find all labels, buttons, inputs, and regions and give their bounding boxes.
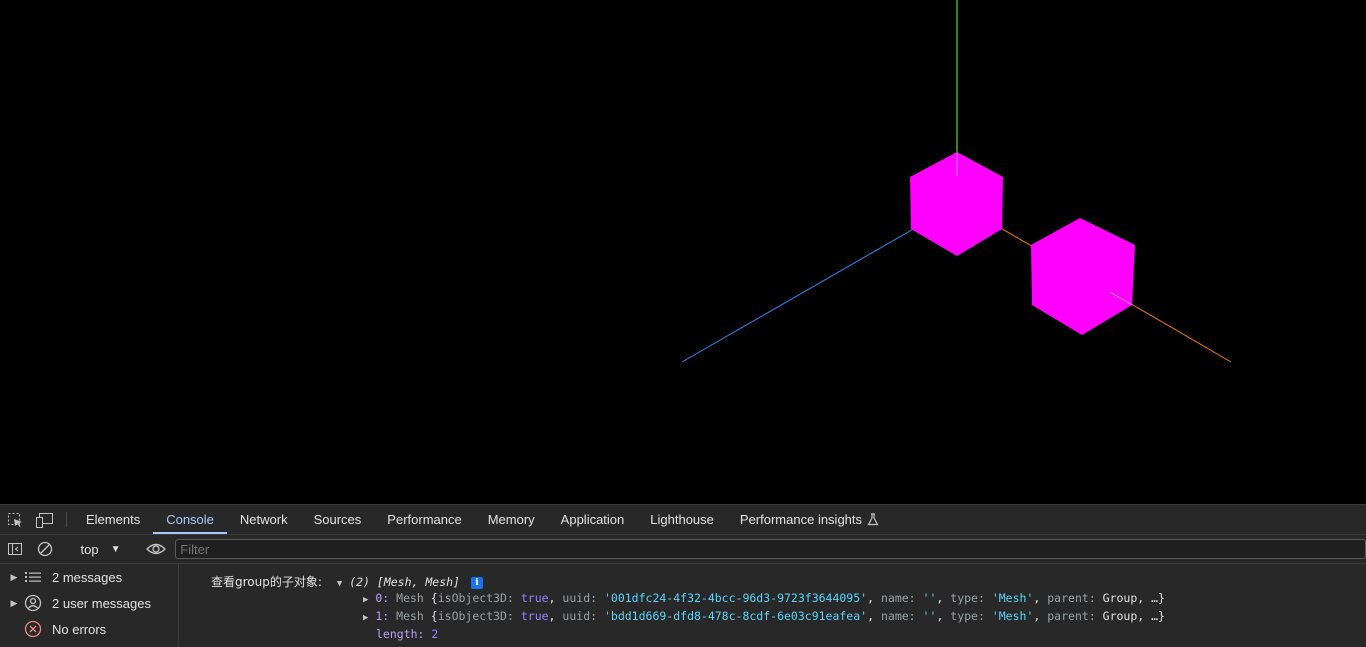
threejs-canvas[interactable] <box>0 0 1366 504</box>
prop-value: 'Mesh' <box>991 591 1034 605</box>
tab-label: Sources <box>313 512 362 527</box>
prop-key: isObject3D: <box>437 609 514 623</box>
tab-console[interactable]: Console <box>153 505 227 534</box>
prop-key: parent: <box>1047 591 1096 605</box>
prop-value: '' <box>922 591 937 605</box>
info-icon[interactable]: i <box>470 576 483 589</box>
user-icon <box>22 594 44 612</box>
sidebar-item-messages[interactable]: ▶ 2 messages <box>0 564 178 590</box>
brace: { <box>430 591 438 605</box>
tab-lighthouse[interactable]: Lighthouse <box>637 505 727 534</box>
tab-label: Network <box>239 512 288 527</box>
context-value: top <box>80 541 99 557</box>
array-length: length: 2 <box>376 627 438 641</box>
tab-label: Console <box>166 512 214 527</box>
length-key: length: <box>376 627 425 641</box>
scene-svg <box>681 0 1232 363</box>
sidebar-item-user-messages[interactable]: ▶ 2 user messages <box>0 590 178 616</box>
prop-key: name: <box>880 591 916 605</box>
entry-type: Mesh <box>396 591 424 605</box>
array-entry-0[interactable]: ▶ 0: Mesh {isObject3D: true, uuid: '001d… <box>363 591 1165 605</box>
expand-arrow-icon: ▶ <box>10 597 18 608</box>
tab-network[interactable]: Network <box>227 505 301 534</box>
console-sidebar: ▶ 2 messages ▶ 2 user messages No errors <box>0 564 179 647</box>
sidebar-item-label: 2 messages <box>52 569 123 585</box>
brace: { <box>430 609 438 623</box>
sidebar-toggle-icon[interactable] <box>0 541 30 557</box>
tab-label: Elements <box>86 512 141 527</box>
prop-value: Group, …} <box>1102 609 1165 623</box>
entry-type: Mesh <box>396 609 424 623</box>
experiment-flask-icon <box>867 513 879 526</box>
sidebar-item-errors[interactable]: No errors <box>0 616 178 642</box>
prop-value: 'bdd1d669-dfd8-478c-8cdf-6e03c91eafea' <box>603 609 868 623</box>
tab-elements[interactable]: Elements <box>73 505 153 534</box>
entry-index: 0: <box>375 591 390 605</box>
tab-label: Application <box>560 512 625 527</box>
prop-value: 'Mesh' <box>991 609 1034 623</box>
tabbar-separator <box>66 512 67 527</box>
clear-console-icon[interactable] <box>30 541 60 557</box>
tab-memory[interactable]: Memory <box>475 505 548 534</box>
tab-performance[interactable]: Performance <box>374 505 474 534</box>
tab-label: Memory <box>487 512 535 527</box>
log-label: 查看group的子对象: <box>211 575 322 589</box>
console-toolbar: top ▼ <box>0 535 1366 564</box>
console-output: 查看group的子对象: ▼ (2) [Mesh, Mesh] i ▶ 0: M… <box>180 564 1366 647</box>
device-toolbar-icon[interactable] <box>30 505 60 534</box>
error-icon <box>22 620 44 638</box>
inspect-element-icon[interactable] <box>0 505 30 534</box>
chevron-down-icon: ▼ <box>110 543 121 555</box>
tab-performance-insights[interactable]: Performance insights <box>727 505 892 534</box>
expanded-arrow-icon[interactable]: ▼ <box>337 579 342 589</box>
tab-label: Performance insights <box>739 512 863 527</box>
sidebar-item-label: 2 user messages <box>52 595 151 611</box>
console-log-message[interactable]: 查看group的子对象: ▼ (2) [Mesh, Mesh] i <box>211 573 483 590</box>
entry-index: 1: <box>375 609 390 623</box>
devtools-panel: Elements Console Network Sources Perform… <box>0 504 1366 647</box>
array-summary[interactable]: (2) [Mesh, Mesh] <box>349 575 460 589</box>
expand-arrow-icon: ▶ <box>10 571 18 582</box>
prop-key: uuid: <box>562 609 598 623</box>
prop-value: true <box>520 591 549 605</box>
list-icon <box>22 571 44 583</box>
live-expression-eye-icon[interactable] <box>142 542 172 556</box>
tab-application[interactable]: Application <box>548 505 638 534</box>
tab-label: Performance <box>387 512 462 527</box>
prop-key: parent: <box>1047 609 1096 623</box>
prop-key: uuid: <box>562 591 598 605</box>
axis-z-line <box>681 215 937 363</box>
sidebar-item-label: No errors <box>52 621 107 637</box>
context-selector[interactable]: top ▼ <box>73 542 129 557</box>
prop-key: name: <box>880 609 916 623</box>
prop-value: '001dfc24-4f32-4bcc-96d3-9723f3644095' <box>603 591 868 605</box>
expand-arrow-icon[interactable]: ▶ <box>363 613 368 623</box>
prop-value: Group, …} <box>1102 591 1165 605</box>
prop-key: isObject3D: <box>437 591 514 605</box>
prop-key: type: <box>950 591 985 605</box>
tab-sources[interactable]: Sources <box>301 505 375 534</box>
prop-key: type: <box>950 609 985 623</box>
expand-arrow-icon[interactable]: ▶ <box>363 595 368 605</box>
prop-value: true <box>520 609 549 623</box>
array-entry-1[interactable]: ▶ 1: Mesh {isObject3D: true, uuid: 'bdd1… <box>363 609 1165 623</box>
prop-value: '' <box>922 609 937 623</box>
devtools-tabbar: Elements Console Network Sources Perform… <box>0 504 1366 535</box>
length-value: 2 <box>431 627 439 641</box>
tab-label: Lighthouse <box>650 512 714 527</box>
cube-mesh-1 <box>1031 218 1135 335</box>
filter-input[interactable] <box>175 539 1366 559</box>
